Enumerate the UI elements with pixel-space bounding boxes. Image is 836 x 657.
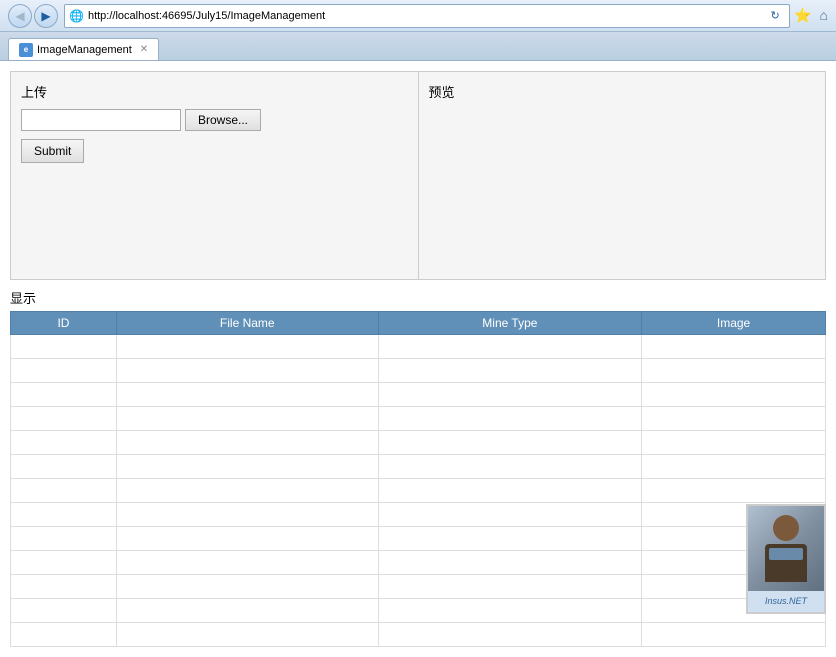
- tab-close-button[interactable]: ✕: [140, 44, 148, 55]
- table-row: [11, 383, 826, 407]
- col-filename: File Name: [116, 312, 378, 335]
- toolbar-icons: ⭐ ⌂: [794, 7, 828, 24]
- tab-label: ImageManagement: [37, 44, 132, 56]
- table-row: [11, 335, 826, 359]
- table-row: [11, 551, 826, 575]
- table-row: [11, 599, 826, 623]
- file-path-input[interactable]: [21, 109, 181, 131]
- table-row: [11, 431, 826, 455]
- table-row: [11, 623, 826, 647]
- person-shirt: [769, 548, 803, 560]
- browse-button[interactable]: Browse...: [185, 109, 261, 131]
- col-image: Image: [642, 312, 826, 335]
- favorites-icon[interactable]: ⭐: [794, 7, 811, 24]
- table-row: [11, 359, 826, 383]
- watermark-label: Insus.NET: [748, 591, 824, 612]
- address-favicon: 🌐: [69, 9, 84, 23]
- page-content: 上传 Browse... Submit 预览 显示 ID File Name M…: [0, 61, 836, 657]
- table-body: [11, 335, 826, 647]
- browser-chrome: ◀ ▶ 🌐 http://localhost:46695/July15/Imag…: [0, 0, 836, 61]
- forward-icon: ▶: [41, 9, 50, 23]
- upload-panel: 上传 Browse... Submit: [11, 72, 419, 279]
- preview-panel: 预览: [419, 72, 826, 279]
- forward-button[interactable]: ▶: [34, 4, 58, 28]
- data-table: ID File Name Mine Type Image: [10, 311, 826, 647]
- preview-label: 预览: [429, 82, 816, 101]
- person-head: [773, 515, 799, 541]
- home-icon[interactable]: ⌂: [820, 7, 828, 24]
- table-header: ID File Name Mine Type Image: [11, 312, 826, 335]
- back-button[interactable]: ◀: [8, 4, 32, 28]
- submit-row: Submit: [21, 139, 408, 163]
- nav-buttons: ◀ ▶: [8, 4, 58, 28]
- table-row: [11, 407, 826, 431]
- table-row: [11, 527, 826, 551]
- watermark-photo: [748, 506, 824, 591]
- file-input-row: Browse...: [21, 109, 408, 131]
- title-bar: ◀ ▶ 🌐 http://localhost:46695/July15/Imag…: [0, 0, 836, 32]
- tab-favicon: e: [19, 43, 33, 57]
- table-row: [11, 503, 826, 527]
- address-bar[interactable]: 🌐 http://localhost:46695/July15/ImageMan…: [64, 4, 790, 28]
- preview-area: [429, 109, 816, 269]
- active-tab[interactable]: e ImageManagement ✕: [8, 38, 159, 60]
- watermark-image: Insus.NET: [746, 504, 826, 614]
- header-row: ID File Name Mine Type Image: [11, 312, 826, 335]
- upload-label: 上传: [21, 82, 408, 101]
- back-icon: ◀: [15, 9, 24, 23]
- refresh-button[interactable]: ↻: [765, 6, 785, 26]
- submit-button[interactable]: Submit: [21, 139, 84, 163]
- table-row: [11, 455, 826, 479]
- col-minetype: Mine Type: [378, 312, 641, 335]
- person-body: [765, 544, 807, 582]
- upload-preview-section: 上传 Browse... Submit 预览: [10, 71, 826, 280]
- display-label: 显示: [10, 288, 826, 307]
- col-id: ID: [11, 312, 117, 335]
- tab-bar: e ImageManagement ✕: [0, 32, 836, 60]
- table-row: [11, 575, 826, 599]
- address-text: http://localhost:46695/July15/ImageManag…: [88, 10, 765, 22]
- table-row: [11, 479, 826, 503]
- display-section: 显示 ID File Name Mine Type Image: [10, 288, 826, 647]
